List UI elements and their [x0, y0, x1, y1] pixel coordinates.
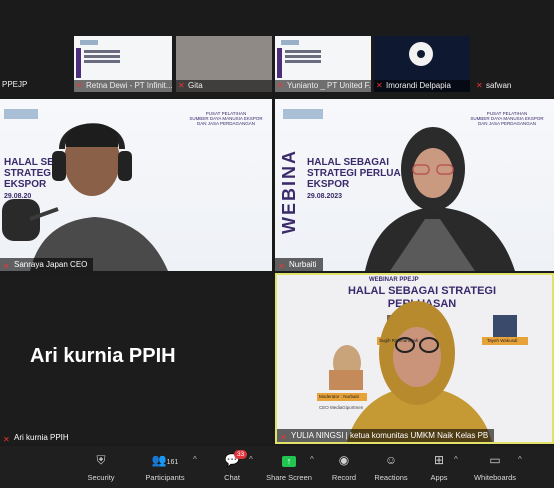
reactions-button[interactable]: ☺ Reactions [373, 452, 409, 482]
participant-thumb-retna[interactable]: ✕ Retna Dewi - PT Infinit... [74, 36, 172, 92]
moderator-label: Moderator : Nurbaiti [319, 394, 359, 399]
muted-mic-icon: ✕ [3, 262, 10, 271]
shield-icon: ⛨ [96, 453, 106, 467]
muted-mic-icon: ✕ [76, 81, 83, 90]
participant-thumb-imorandi[interactable]: ✕ Imorandi Delpapia [374, 36, 470, 92]
participant-thumbnail-strip: PPEJP ✕ Retna Dewi - PT Infinit... ✕ Gita … [0, 0, 554, 97]
muted-mic-icon: ✕ [278, 262, 285, 271]
muted-mic-icon: ✕ [476, 81, 483, 90]
banner-speaker-photos [317, 301, 528, 442]
apps-chevron-icon[interactable]: ^ [454, 455, 458, 464]
muted-mic-icon: ✕ [376, 81, 383, 90]
muted-mic-icon: ✕ [280, 433, 287, 442]
participant-video-person [2, 123, 168, 271]
video-tile-nurbaiti[interactable]: PUSAT PELATIHAN SUMBER DAYA MANUSIA EKSP… [275, 99, 554, 271]
participant-name-large: Ari kurnia PPIH [30, 345, 176, 367]
reactions-icon: ☺ [384, 453, 398, 467]
participant-name-label: ✕ Sanraya Japan CEO [0, 258, 94, 271]
moderator-role-label: CEO MediaGiportmen [319, 405, 364, 410]
video-tile-yulia-active-speaker[interactable]: WEBINAR PPEJP HALAL SEBAGAI STRATEGI PER… [275, 273, 554, 444]
whiteboard-icon: ▭ [489, 453, 501, 467]
participant-name-label: ✕ Ari kurnia PPIH [3, 433, 69, 444]
muted-mic-icon: ✕ [178, 81, 185, 90]
record-button[interactable]: ◉ Record [330, 452, 358, 482]
share-screen-button[interactable]: ↑ Share Screen [266, 452, 312, 482]
security-button[interactable]: ⛨ Security [84, 452, 118, 482]
chat-unread-badge: 33 [234, 450, 248, 459]
apps-button[interactable]: ⊞ Apps [428, 452, 450, 482]
meeting-toolbar: ⛨ Security 👥161 Participants ^ 💬 Chat 33… [0, 446, 554, 488]
record-icon: ◉ [338, 453, 350, 467]
participant-name-label: ✕ Nurbaiti [275, 258, 323, 271]
video-tile-ari-kurnia[interactable]: Ari kurnia PPIH ✕ Ari kurnia PPIH [0, 273, 272, 444]
participants-button[interactable]: 👥161 Participants [140, 452, 190, 482]
participants-count: 161 [166, 459, 179, 466]
share-screen-icon: ↑ [266, 452, 312, 468]
participants-icon: 👥161 [151, 453, 179, 467]
participants-chevron-icon[interactable]: ^ [193, 455, 197, 464]
participant-video-person [365, 127, 515, 271]
whiteboards-chevron-icon[interactable]: ^ [518, 455, 522, 464]
speaker2-label: Tayeh Wakusdi [487, 338, 518, 343]
video-tile-sanraya[interactable]: PUSAT PELATIHAN SUMBER DAYA MANUSIA EKSP… [0, 99, 272, 271]
share-chevron-icon[interactable]: ^ [310, 455, 314, 464]
speaker1-label: Sugih Rahmansyah [379, 338, 419, 343]
participant-thumb-safwan[interactable]: ✕ safwan [474, 36, 554, 92]
muted-mic-icon: ✕ [277, 81, 284, 90]
participant-thumb-gita[interactable]: ✕ Gita [176, 36, 272, 92]
chat-chevron-icon[interactable]: ^ [249, 455, 253, 464]
whiteboards-button[interactable]: ▭ Whiteboards [473, 452, 517, 482]
participant-thumb-yunianto[interactable]: ✕ Yunianto _ PT United F... [275, 36, 371, 92]
participant-name-label: ✕ YULIA NINGSI | ketua komunitas UMKM Nai… [277, 429, 495, 442]
apps-icon: ⊞ [433, 453, 445, 467]
muted-mic-icon: ✕ [3, 435, 10, 444]
thumb-label-ppejp: PPEJP [2, 80, 28, 89]
